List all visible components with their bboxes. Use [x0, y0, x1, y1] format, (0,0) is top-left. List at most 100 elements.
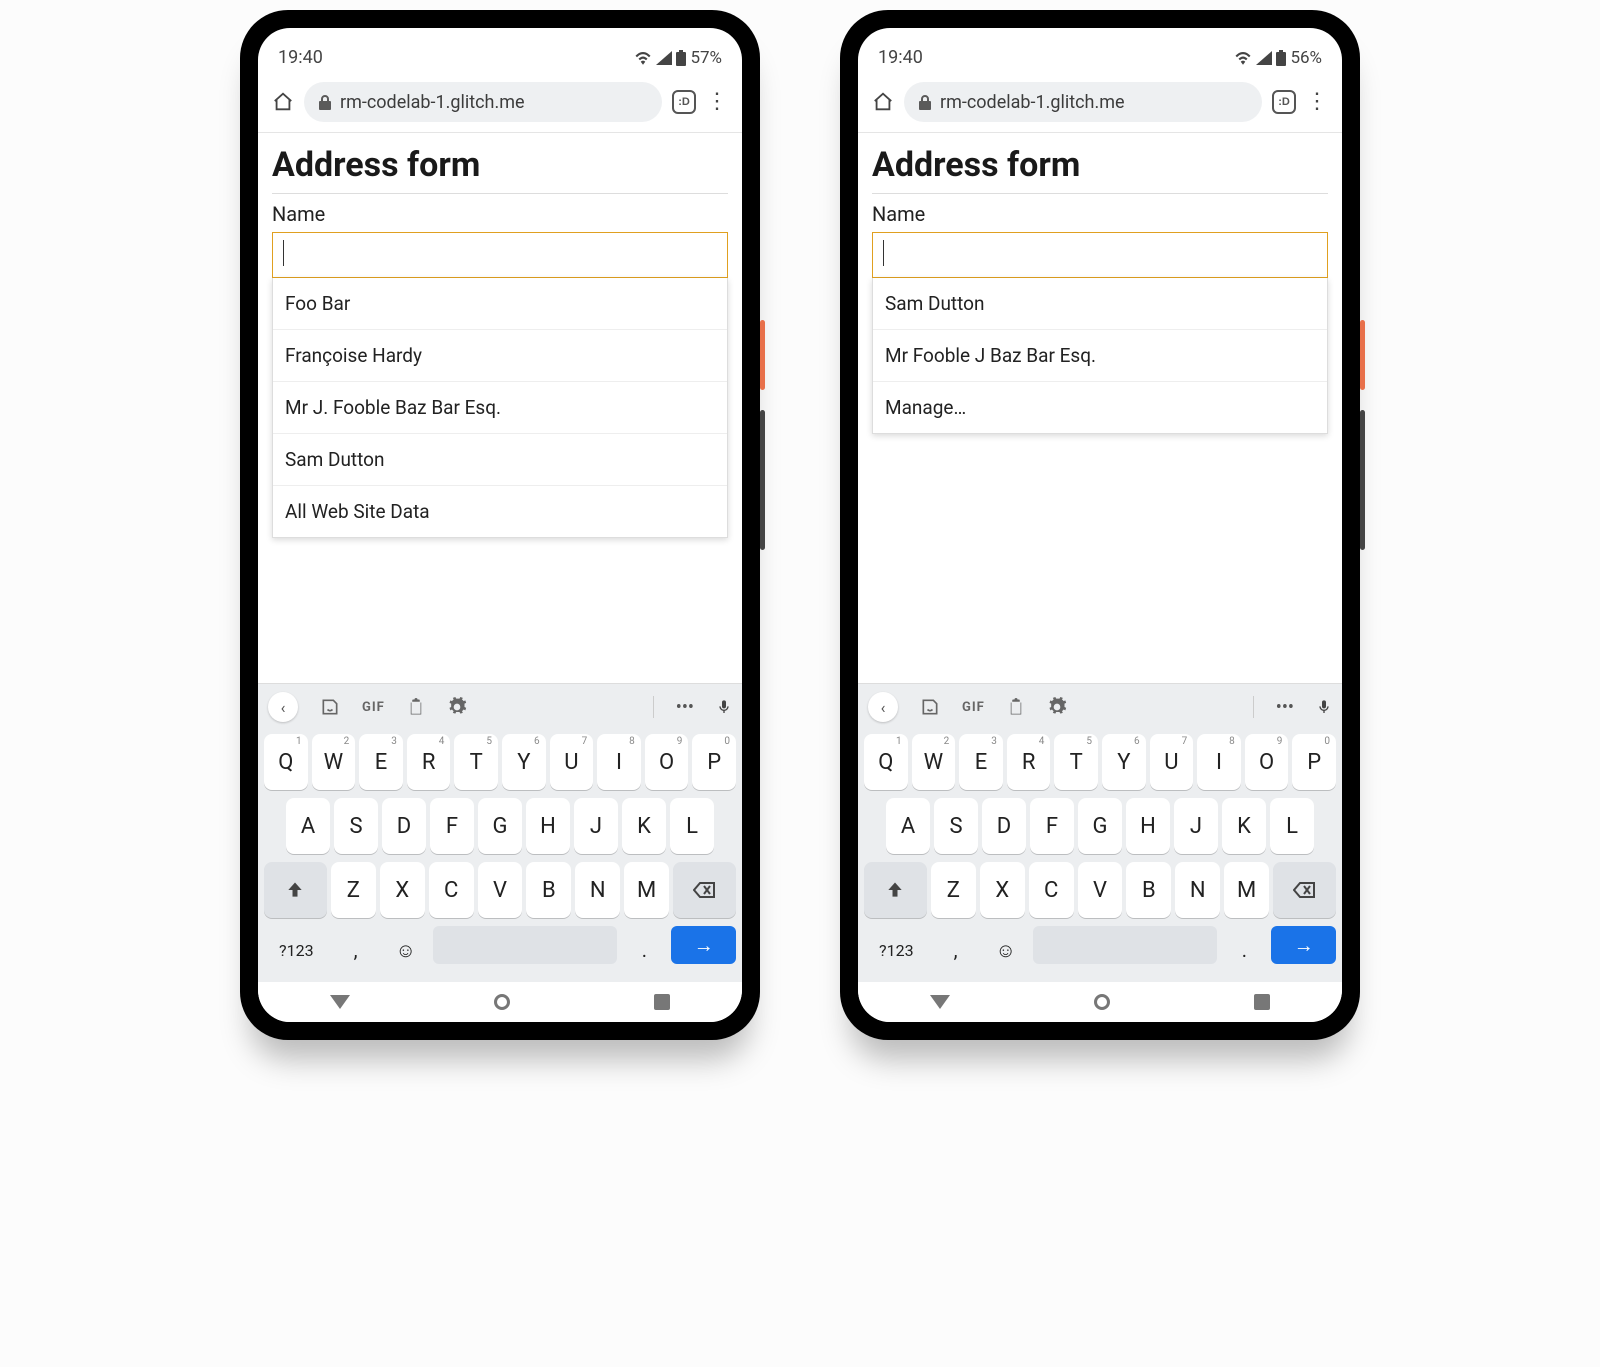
key-w[interactable]: 2W [312, 734, 356, 790]
gif-button[interactable]: GIF [362, 700, 385, 715]
tab-switcher[interactable]: :D [1272, 90, 1296, 114]
overflow-menu-icon[interactable]: ⋮ [706, 91, 728, 113]
key-q[interactable]: 1Q [864, 734, 908, 790]
recent-icon[interactable] [1254, 994, 1270, 1010]
more-icon[interactable]: ••• [676, 697, 694, 718]
key-e[interactable]: 3E [359, 734, 403, 790]
back-icon[interactable] [930, 995, 950, 1009]
key-b[interactable]: B [526, 862, 571, 918]
key-f[interactable]: F [1030, 798, 1074, 854]
home-icon[interactable] [872, 91, 894, 113]
key-i[interactable]: 8I [1197, 734, 1241, 790]
key-b[interactable]: B [1126, 862, 1171, 918]
key-e[interactable]: 3E [959, 734, 1003, 790]
key-c[interactable]: C [429, 862, 474, 918]
key-h[interactable]: H [1126, 798, 1170, 854]
symbols-key[interactable]: ?123 [864, 926, 929, 974]
key-m[interactable]: M [624, 862, 669, 918]
name-input[interactable] [272, 232, 728, 278]
key-x[interactable]: X [380, 862, 425, 918]
key-s[interactable]: S [334, 798, 378, 854]
clipboard-icon[interactable] [407, 697, 425, 717]
key-y[interactable]: 6Y [1102, 734, 1146, 790]
key-m[interactable]: M [1224, 862, 1269, 918]
key-a[interactable]: A [286, 798, 330, 854]
overflow-menu-icon[interactable]: ⋮ [1306, 91, 1328, 113]
autofill-item[interactable]: Sam Dutton [273, 434, 727, 486]
key-i[interactable]: 8I [597, 734, 641, 790]
emoji-key[interactable]: ☺ [983, 926, 1029, 974]
backspace-key[interactable] [673, 862, 736, 918]
mic-icon[interactable] [716, 697, 732, 717]
key-c[interactable]: C [1029, 862, 1074, 918]
url-bar[interactable]: rm-codelab-1.glitch.me [304, 82, 662, 122]
key-o[interactable]: 9O [1245, 734, 1289, 790]
key-o[interactable]: 9O [645, 734, 689, 790]
key-u[interactable]: 7U [550, 734, 594, 790]
enter-key[interactable]: → [1271, 926, 1336, 964]
mic-icon[interactable] [1316, 697, 1332, 717]
autofill-item[interactable]: Sam Dutton [873, 278, 1327, 330]
key-z[interactable]: Z [931, 862, 976, 918]
power-button[interactable] [760, 320, 765, 390]
key-g[interactable]: G [1078, 798, 1122, 854]
volume-button[interactable] [760, 410, 765, 550]
key-d[interactable]: D [382, 798, 426, 854]
key-a[interactable]: A [886, 798, 930, 854]
key-f[interactable]: F [430, 798, 474, 854]
key-s[interactable]: S [934, 798, 978, 854]
autofill-item[interactable]: All Web Site Data [273, 486, 727, 537]
home-nav-icon[interactable] [494, 994, 510, 1010]
collapse-icon[interactable]: ‹ [268, 692, 298, 722]
autofill-item[interactable]: Françoise Hardy [273, 330, 727, 382]
sticker-icon[interactable] [920, 697, 940, 717]
key-p[interactable]: 0P [692, 734, 736, 790]
space-key[interactable] [433, 926, 617, 964]
key-j[interactable]: J [1174, 798, 1218, 854]
key-v[interactable]: V [1078, 862, 1123, 918]
key-n[interactable]: N [1175, 862, 1220, 918]
key-w[interactable]: 2W [912, 734, 956, 790]
url-bar[interactable]: rm-codelab-1.glitch.me [904, 82, 1262, 122]
shift-key[interactable] [264, 862, 327, 918]
key-k[interactable]: K [1222, 798, 1266, 854]
key-x[interactable]: X [980, 862, 1025, 918]
comma-key[interactable]: , [333, 926, 379, 974]
key-r[interactable]: 4R [1007, 734, 1051, 790]
space-key[interactable] [1033, 926, 1217, 964]
enter-key[interactable]: → [671, 926, 736, 964]
key-u[interactable]: 7U [1150, 734, 1194, 790]
key-t[interactable]: 5T [1054, 734, 1098, 790]
comma-key[interactable]: , [933, 926, 979, 974]
key-j[interactable]: J [574, 798, 618, 854]
emoji-key[interactable]: ☺ [383, 926, 429, 974]
back-icon[interactable] [330, 995, 350, 1009]
autofill-item[interactable]: Mr Fooble J Baz Bar Esq. [873, 330, 1327, 382]
key-n[interactable]: N [575, 862, 620, 918]
recent-icon[interactable] [654, 994, 670, 1010]
key-v[interactable]: V [478, 862, 523, 918]
symbols-key[interactable]: ?123 [264, 926, 329, 974]
key-z[interactable]: Z [331, 862, 376, 918]
name-input[interactable] [872, 232, 1328, 278]
key-l[interactable]: L [1270, 798, 1314, 854]
gear-icon[interactable] [447, 697, 467, 717]
autofill-item[interactable]: Manage… [873, 382, 1327, 433]
sticker-icon[interactable] [320, 697, 340, 717]
key-d[interactable]: D [982, 798, 1026, 854]
volume-button[interactable] [1360, 410, 1365, 550]
autofill-item[interactable]: Foo Bar [273, 278, 727, 330]
period-key[interactable]: . [1221, 926, 1267, 974]
gif-button[interactable]: GIF [962, 700, 985, 715]
key-t[interactable]: 5T [454, 734, 498, 790]
home-icon[interactable] [272, 91, 294, 113]
key-q[interactable]: 1Q [264, 734, 308, 790]
gear-icon[interactable] [1047, 697, 1067, 717]
key-l[interactable]: L [670, 798, 714, 854]
clipboard-icon[interactable] [1007, 697, 1025, 717]
tab-switcher[interactable]: :D [672, 90, 696, 114]
period-key[interactable]: . [621, 926, 667, 974]
key-y[interactable]: 6Y [502, 734, 546, 790]
key-g[interactable]: G [478, 798, 522, 854]
autofill-item[interactable]: Mr J. Fooble Baz Bar Esq. [273, 382, 727, 434]
